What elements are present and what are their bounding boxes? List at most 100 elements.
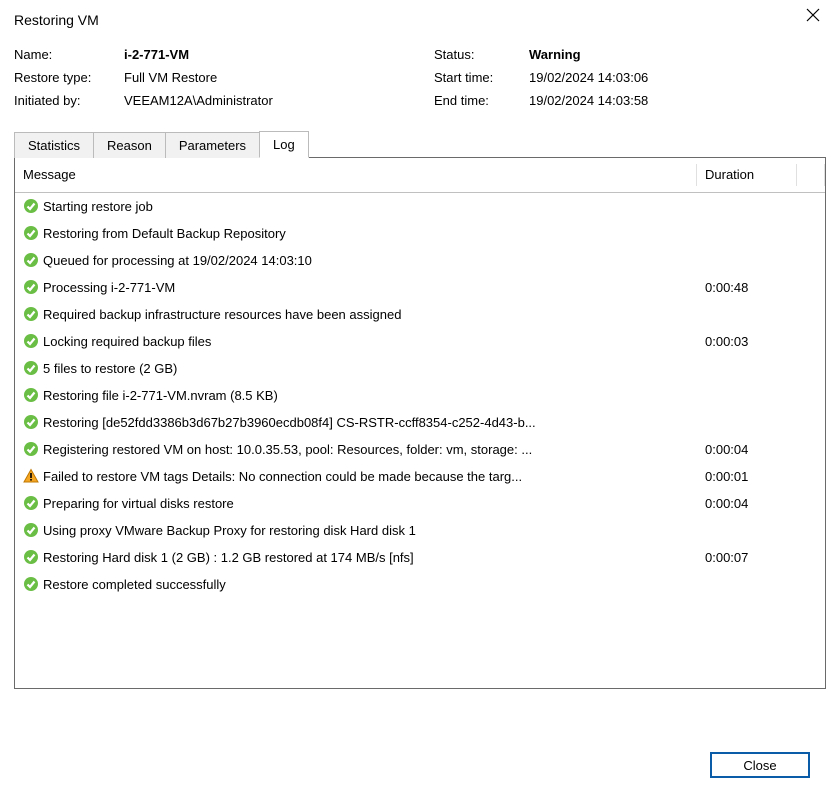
log-message-cell: 5 files to restore (2 GB) bbox=[15, 355, 697, 382]
table-row[interactable]: Locking required backup files 0:00:03 bbox=[15, 328, 825, 355]
log-message-text: Restoring from Default Backup Repository bbox=[43, 226, 286, 241]
log-message-cell: Queued for processing at 19/02/2024 14:0… bbox=[15, 247, 697, 274]
header-summary: Name: i-2-771-VM Status: Warning Restore… bbox=[0, 29, 840, 130]
duration-column-header[interactable]: Duration bbox=[697, 158, 797, 192]
log-message-text: Processing i-2-771-VM bbox=[43, 280, 175, 295]
table-row[interactable]: Restoring file i-2-771-VM.nvram (8.5 KB) bbox=[15, 382, 825, 409]
table-row[interactable]: Using proxy VMware Backup Proxy for rest… bbox=[15, 517, 825, 544]
success-icon bbox=[23, 252, 39, 268]
name-label: Name: bbox=[14, 47, 124, 62]
table-row[interactable]: Restoring Hard disk 1 (2 GB) : 1.2 GB re… bbox=[15, 544, 825, 571]
message-column-header[interactable]: Message bbox=[15, 158, 697, 192]
log-duration-cell: 0:00:04 bbox=[697, 436, 797, 463]
success-icon bbox=[23, 549, 39, 565]
log-message-text: Restoring [de52fdd3386b3d67b27b3960ecdb0… bbox=[43, 415, 536, 430]
log-message-text: Restoring file i-2-771-VM.nvram (8.5 KB) bbox=[43, 388, 278, 403]
tab-row: Statistics Reason Parameters Log bbox=[0, 130, 840, 157]
spacer-cell bbox=[797, 274, 825, 301]
success-icon bbox=[23, 576, 39, 592]
log-message-text: Preparing for virtual disks restore bbox=[43, 496, 234, 511]
success-icon bbox=[23, 441, 39, 457]
log-duration-cell bbox=[697, 192, 797, 220]
spacer-cell bbox=[797, 463, 825, 490]
log-message-cell: Using proxy VMware Backup Proxy for rest… bbox=[15, 517, 697, 544]
log-message-text: Using proxy VMware Backup Proxy for rest… bbox=[43, 523, 416, 538]
log-duration-cell bbox=[697, 382, 797, 409]
dialog-title: Restoring VM bbox=[14, 12, 99, 28]
success-icon bbox=[23, 198, 39, 214]
spacer-cell bbox=[797, 301, 825, 328]
log-message-text: Registering restored VM on host: 10.0.35… bbox=[43, 442, 532, 457]
table-row[interactable]: Processing i-2-771-VM 0:00:48 bbox=[15, 274, 825, 301]
log-message-cell: Restoring file i-2-771-VM.nvram (8.5 KB) bbox=[15, 382, 697, 409]
table-row[interactable]: Restoring [de52fdd3386b3d67b27b3960ecdb0… bbox=[15, 409, 825, 436]
success-icon bbox=[23, 387, 39, 403]
close-button[interactable]: Close bbox=[710, 752, 810, 778]
log-message-text: Queued for processing at 19/02/2024 14:0… bbox=[43, 253, 312, 268]
log-message-cell: Preparing for virtual disks restore bbox=[15, 490, 697, 517]
success-icon bbox=[23, 225, 39, 241]
spacer-cell bbox=[797, 490, 825, 517]
spacer-cell bbox=[797, 328, 825, 355]
table-row[interactable]: Failed to restore VM tags Details: No co… bbox=[15, 463, 825, 490]
success-icon bbox=[23, 306, 39, 322]
spacer-cell bbox=[797, 220, 825, 247]
log-message-text: Starting restore job bbox=[43, 199, 153, 214]
log-message-cell: Starting restore job bbox=[15, 193, 697, 220]
spacer-column-header bbox=[797, 158, 825, 192]
log-duration-cell bbox=[697, 301, 797, 328]
log-duration-cell bbox=[697, 247, 797, 274]
success-icon bbox=[23, 279, 39, 295]
initiated-by-label: Initiated by: bbox=[14, 93, 124, 108]
tab-log[interactable]: Log bbox=[259, 131, 309, 158]
table-row[interactable]: 5 files to restore (2 GB) bbox=[15, 355, 825, 382]
initiated-by-value: VEEAM12A\Administrator bbox=[124, 93, 273, 108]
start-time-value: 19/02/2024 14:03:06 bbox=[529, 70, 648, 85]
log-message-cell: Failed to restore VM tags Details: No co… bbox=[15, 463, 697, 490]
table-row[interactable]: Restore completed successfully bbox=[15, 571, 825, 598]
end-time-value: 19/02/2024 14:03:58 bbox=[529, 93, 648, 108]
table-row[interactable]: Starting restore job bbox=[15, 192, 825, 220]
log-message-text: Failed to restore VM tags Details: No co… bbox=[43, 469, 522, 484]
tab-statistics[interactable]: Statistics bbox=[14, 132, 94, 158]
log-duration-cell: 0:00:07 bbox=[697, 544, 797, 571]
spacer-cell bbox=[797, 192, 825, 220]
log-message-cell: Restoring Hard disk 1 (2 GB) : 1.2 GB re… bbox=[15, 544, 697, 571]
name-value: i-2-771-VM bbox=[124, 47, 189, 62]
log-message-text: Locking required backup files bbox=[43, 334, 211, 349]
log-table-container: Message Duration Starting restore job Res… bbox=[14, 157, 826, 689]
spacer-cell bbox=[797, 355, 825, 382]
log-message-text: Restoring Hard disk 1 (2 GB) : 1.2 GB re… bbox=[43, 550, 414, 565]
table-row[interactable]: Required backup infrastructure resources… bbox=[15, 301, 825, 328]
log-duration-cell: 0:00:01 bbox=[697, 463, 797, 490]
title-bar: Restoring VM bbox=[0, 0, 840, 29]
log-message-text: Restore completed successfully bbox=[43, 577, 226, 592]
success-icon bbox=[23, 522, 39, 538]
table-row[interactable]: Restoring from Default Backup Repository bbox=[15, 220, 825, 247]
table-row[interactable]: Queued for processing at 19/02/2024 14:0… bbox=[15, 247, 825, 274]
spacer-cell bbox=[797, 409, 825, 436]
start-time-label: Start time: bbox=[434, 70, 529, 85]
success-icon bbox=[23, 414, 39, 430]
log-duration-cell: 0:00:03 bbox=[697, 328, 797, 355]
tab-parameters[interactable]: Parameters bbox=[165, 132, 260, 158]
log-message-text: Required backup infrastructure resources… bbox=[43, 307, 401, 322]
table-row[interactable]: Registering restored VM on host: 10.0.35… bbox=[15, 436, 825, 463]
end-time-label: End time: bbox=[434, 93, 529, 108]
log-message-cell: Locking required backup files bbox=[15, 328, 697, 355]
log-duration-cell: 0:00:48 bbox=[697, 274, 797, 301]
log-message-cell: Restore completed successfully bbox=[15, 571, 697, 598]
spacer-cell bbox=[797, 436, 825, 463]
spacer-cell bbox=[797, 382, 825, 409]
log-duration-cell: 0:00:04 bbox=[697, 490, 797, 517]
success-icon bbox=[23, 333, 39, 349]
spacer-cell bbox=[797, 571, 825, 598]
log-message-cell: Processing i-2-771-VM bbox=[15, 274, 697, 301]
table-row[interactable]: Preparing for virtual disks restore 0:00:… bbox=[15, 490, 825, 517]
spacer-cell bbox=[797, 544, 825, 571]
close-icon[interactable] bbox=[800, 6, 826, 29]
log-message-text: 5 files to restore (2 GB) bbox=[43, 361, 177, 376]
status-label: Status: bbox=[434, 47, 529, 62]
log-message-cell: Restoring from Default Backup Repository bbox=[15, 220, 697, 247]
tab-reason[interactable]: Reason bbox=[93, 132, 166, 158]
